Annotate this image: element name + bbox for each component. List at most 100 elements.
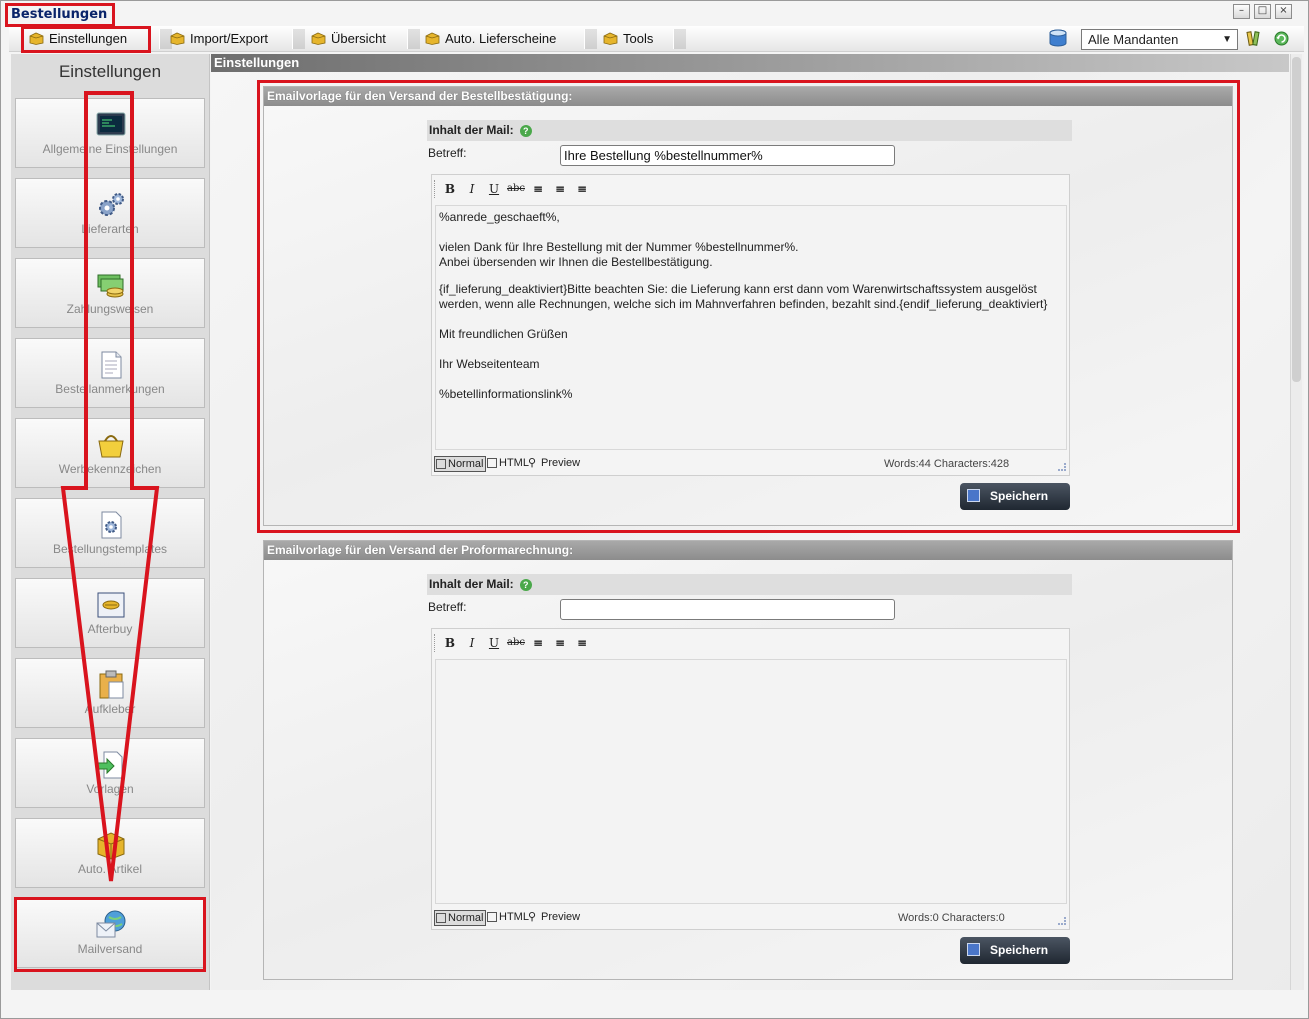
mode-normal-tab[interactable]: Normal [434, 456, 487, 472]
sidebar-item-bestellungstemplates[interactable]: Bestellungstemplates [15, 498, 205, 568]
mode-label: HTML [499, 911, 529, 923]
mode-preview-tab[interactable]: ⚲ Preview [528, 456, 580, 472]
pencil-icon[interactable] [1245, 30, 1261, 48]
align-right-button[interactable]: ≡ [572, 634, 592, 652]
database-icon[interactable] [1047, 28, 1069, 49]
betreff-label: Betreff: [428, 146, 467, 160]
sidebar-item-label: Mailversand [77, 942, 143, 956]
afterbuy-icon [97, 592, 125, 618]
refresh-icon[interactable] [1273, 30, 1290, 47]
sidebar: Einstellungen Allgemeine Einstellungen L… [11, 54, 210, 990]
mode-label: Normal [448, 458, 484, 470]
bold-button[interactable]: B [440, 634, 460, 652]
inhalt-label: Inhalt der Mail: [429, 577, 514, 591]
box-icon [311, 32, 326, 45]
window-title: Bestellungen [11, 7, 108, 22]
resize-grip-icon[interactable] [1058, 463, 1066, 471]
sidebar-item-bestellanmerkungen[interactable]: Bestellanmerkungen [15, 338, 205, 408]
normal-mode-icon [436, 913, 446, 923]
mode-label: HTML [499, 457, 529, 469]
help-icon[interactable]: ? [519, 578, 532, 591]
align-right-button[interactable]: ≡ [572, 180, 592, 198]
sidebar-item-label: Bestellungstemplates [52, 542, 168, 556]
sidebar-item-label: Lieferarten [81, 222, 139, 236]
maximize-button[interactable]: □ [1254, 4, 1271, 19]
close-button[interactable]: × [1275, 4, 1292, 19]
sidebar-item-mailversand[interactable]: Mailversand [15, 898, 205, 968]
resize-grip-icon[interactable] [1058, 917, 1066, 925]
mode-label: Preview [541, 457, 581, 469]
save-button[interactable]: Speichern [960, 937, 1070, 964]
tab-label: Einstellungen [49, 31, 128, 46]
scrollbar-thumb[interactable] [1292, 57, 1301, 382]
body-line [439, 312, 1063, 327]
app-window: Bestellungen – □ × Einstellungen Import/… [0, 0, 1309, 1019]
body-line: vielen Dank für Ihre Bestellung mit der … [439, 240, 799, 254]
align-left-button[interactable]: ≡ [528, 180, 548, 198]
sidebar-item-label: Allgemeine Einstellungen [42, 142, 178, 156]
body-line: Ihr Webseitenteam [439, 357, 540, 371]
sidebar-item-afterbuy[interactable]: Afterbuy [15, 578, 205, 648]
basket-icon [98, 435, 124, 458]
strikethrough-button[interactable]: abc [506, 180, 526, 198]
body-line: %betellinformationslink% [439, 387, 573, 401]
minimize-button[interactable]: – [1233, 4, 1250, 19]
mode-normal-tab[interactable]: Normal [434, 910, 487, 926]
sidebar-item-lieferarten[interactable]: Lieferarten [15, 178, 205, 248]
sidebar-item-allgemeine-einstellungen[interactable]: Allgemeine Einstellungen [15, 98, 205, 168]
body-line [439, 342, 1063, 357]
sidebar-item-zahlungsweisen[interactable]: Zahlungsweisen [15, 258, 205, 328]
money-icon [97, 274, 124, 298]
tab-tools[interactable]: Tools [599, 28, 663, 50]
italic-button[interactable]: I [462, 634, 482, 652]
tab-auto-lieferscheine[interactable]: Auto. Lieferscheine [421, 28, 566, 50]
normal-mode-icon [436, 459, 446, 469]
mail-body-editor[interactable] [435, 659, 1067, 904]
strikethrough-button[interactable]: abc [506, 634, 526, 652]
betreff-input[interactable]: Ihre Bestellung %bestellnummer% [560, 145, 895, 166]
tab-import-export[interactable]: Import/Export [166, 28, 278, 50]
tab-label: Auto. Lieferscheine [445, 31, 557, 46]
save-button[interactable]: Speichern [960, 483, 1070, 510]
body-line: %anrede_geschaeft%, [439, 210, 560, 224]
box-icon [29, 32, 44, 45]
magnifier-icon: ⚲ [528, 911, 537, 923]
panel-proformarechnung: Emailvorlage für den Versand der Proform… [263, 540, 1233, 980]
help-icon[interactable]: ? [519, 124, 532, 137]
editor-toolbar: B I U abc ≡ ≡ ≡ [432, 175, 1069, 205]
sidebar-item-label: Auto. Artikel [77, 862, 143, 876]
tab-label: Übersicht [331, 31, 386, 46]
mail-body-editor[interactable]: %anrede_geschaeft%, vielen Dank für Ihre… [435, 205, 1067, 450]
sidebar-item-werbekennzeichen[interactable]: Werbekennzeichen [15, 418, 205, 488]
betreff-label: Betreff: [428, 600, 467, 614]
italic-button[interactable]: I [462, 180, 482, 198]
underline-button[interactable]: U [484, 634, 504, 652]
menu-bar: Einstellungen Import/Export Übersicht Au… [9, 26, 1304, 52]
box-icon [603, 32, 618, 45]
underline-button[interactable]: U [484, 180, 504, 198]
align-center-button[interactable]: ≡ [550, 634, 570, 652]
bold-button[interactable]: B [440, 180, 460, 198]
tab-uebersicht[interactable]: Übersicht [307, 28, 396, 50]
html-mode-icon [487, 458, 497, 468]
floppy-disk-icon [967, 489, 980, 502]
sidebar-item-auto-artikel[interactable]: Auto. Artikel [15, 818, 205, 888]
mode-label: Normal [448, 912, 484, 924]
chevron-down-icon: ▼ [1222, 34, 1232, 45]
sidebar-item-aufkleber[interactable]: Aufkleber [15, 658, 205, 728]
panel-bestellbestaetigung: Emailvorlage für den Versand der Bestell… [263, 86, 1233, 526]
align-center-button[interactable]: ≡ [550, 180, 570, 198]
tab-separator [407, 29, 420, 49]
mandant-select[interactable]: Alle Mandanten ▼ [1081, 29, 1238, 50]
vertical-scrollbar[interactable] [1290, 54, 1302, 990]
tab-einstellungen[interactable]: Einstellungen [25, 28, 137, 50]
sidebar-item-vorlagen[interactable]: Vorlagen [15, 738, 205, 808]
align-left-button[interactable]: ≡ [528, 634, 548, 652]
mode-preview-tab[interactable]: ⚲ Preview [528, 910, 580, 926]
mode-html-tab[interactable]: HTML [486, 456, 529, 472]
panel-title: Emailvorlage für den Versand der Proform… [264, 541, 1232, 560]
mode-html-tab[interactable]: HTML [486, 910, 529, 926]
document-arrow-icon [97, 751, 123, 779]
betreff-input[interactable] [560, 599, 895, 620]
editor-mode-bar: Normal HTML ⚲ Preview Words:44 Characters… [432, 451, 1069, 475]
